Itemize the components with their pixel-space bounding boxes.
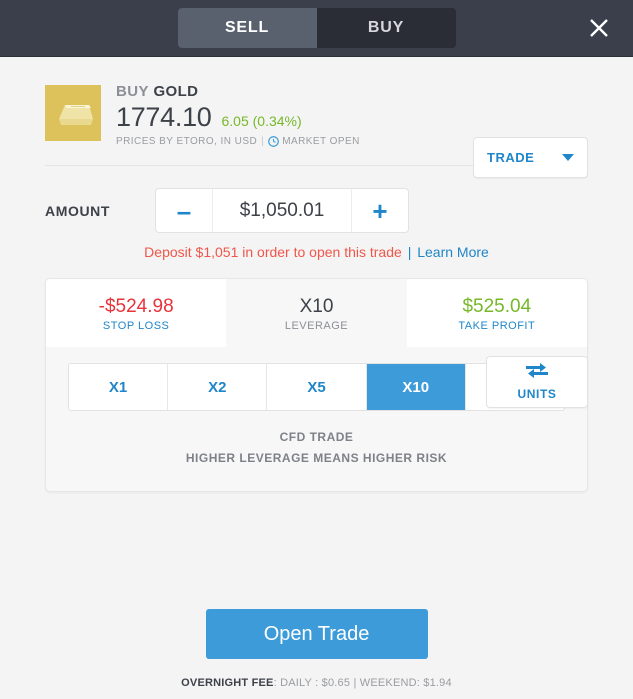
- leverage-cell: X10 LEVERAGE: [226, 279, 406, 347]
- close-button[interactable]: [583, 12, 615, 44]
- amount-decrease-button[interactable]: –: [156, 189, 213, 232]
- cfd-trade-text: CFD TRADE: [46, 427, 587, 448]
- deposit-warning-text: Deposit $1,051 in order to open this tra…: [144, 244, 402, 260]
- overnight-fee-note: OVERNIGHT FEE: DAILY : $0.65 | WEEKEND: …: [0, 677, 633, 689]
- amount-increase-button[interactable]: +: [351, 189, 408, 232]
- leverage-value: X10: [300, 295, 334, 318]
- direction-toggle: SELL BUY: [178, 8, 456, 48]
- warning-separator: |: [408, 244, 412, 260]
- clock-icon: [268, 136, 279, 147]
- cfd-disclaimer: CFD TRADE HIGHER LEVERAGE MEANS HIGHER R…: [46, 411, 587, 491]
- tab-sell[interactable]: SELL: [178, 8, 317, 48]
- instrument-symbol: GOLD: [153, 83, 198, 100]
- instrument-price: 1774.10: [116, 102, 212, 132]
- price-source-info: PRICES BY ETORO, IN USD | MARKET OPEN: [116, 136, 360, 147]
- chevron-down-icon: [562, 149, 574, 167]
- amount-label: AMOUNT: [45, 203, 155, 219]
- close-icon: [588, 17, 610, 39]
- take-profit-cell[interactable]: $525.04 TAKE PROFIT: [407, 279, 587, 347]
- price-row: 1774.10 6.05 (0.34%): [116, 102, 360, 132]
- amount-section: AMOUNT – $1,050.01 + UNITS: [0, 166, 633, 233]
- instrument-direction: BUY: [116, 83, 149, 100]
- cfd-risk-text: HIGHER LEVERAGE MEANS HIGHER RISK: [46, 448, 587, 469]
- price-source-text: PRICES BY ETORO, IN USD: [116, 136, 257, 147]
- amount-input[interactable]: $1,050.01: [213, 189, 351, 232]
- leverage-option-x2[interactable]: X2: [168, 364, 267, 410]
- gold-bar-icon: [45, 85, 101, 141]
- take-profit-value: $525.04: [462, 295, 531, 318]
- instrument-summary: BUY GOLD 1774.10 6.05 (0.34%) PRICES BY …: [0, 57, 633, 147]
- learn-more-link[interactable]: Learn More: [417, 244, 489, 260]
- units-toggle-button[interactable]: UNITS: [486, 356, 588, 408]
- overnight-fee-details: : DAILY : $0.65 | WEEKEND: $1.94: [274, 677, 452, 689]
- stop-loss-cell[interactable]: -$524.98 STOP LOSS: [46, 279, 226, 347]
- leverage-label: LEVERAGE: [285, 320, 348, 332]
- units-label: UNITS: [518, 387, 557, 401]
- trade-mode-label: TRADE: [487, 150, 534, 165]
- instrument-change: 6.05 (0.34%): [222, 113, 302, 129]
- leverage-option-x10[interactable]: X10: [367, 364, 466, 410]
- stop-loss-value: -$524.98: [99, 295, 174, 318]
- leverage-option-x1[interactable]: X1: [69, 364, 168, 410]
- info-separator: |: [261, 136, 264, 147]
- overnight-fee-title: OVERNIGHT FEE: [181, 677, 273, 689]
- stop-loss-label: STOP LOSS: [103, 320, 169, 332]
- take-profit-label: TAKE PROFIT: [458, 320, 535, 332]
- market-status: MARKET OPEN: [282, 136, 360, 147]
- leverage-option-x5[interactable]: X5: [267, 364, 366, 410]
- tab-buy[interactable]: BUY: [317, 8, 456, 48]
- open-trade-button[interactable]: Open Trade: [206, 609, 428, 659]
- swap-arrows-icon: [526, 363, 548, 384]
- dialog-header: SELL BUY: [0, 0, 633, 57]
- dialog-footer: Open Trade OVERNIGHT FEE: DAILY : $0.65 …: [0, 609, 633, 699]
- instrument-name: BUY GOLD: [116, 83, 360, 101]
- deposit-warning: Deposit $1,051 in order to open this tra…: [0, 244, 633, 260]
- amount-stepper: – $1,050.01 +: [155, 188, 409, 233]
- stoploss-leverage-takeprofit-row: -$524.98 STOP LOSS X10 LEVERAGE $525.04 …: [46, 279, 587, 347]
